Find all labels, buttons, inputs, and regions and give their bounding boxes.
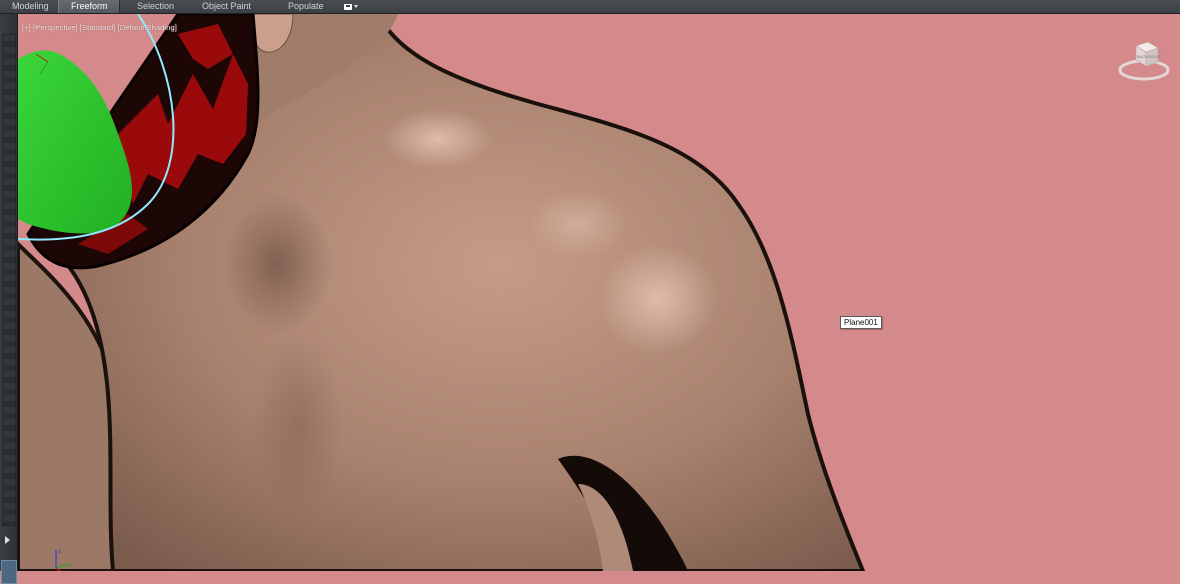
axis-z-label: z [58, 549, 61, 555]
tab-selection[interactable]: Selection [120, 0, 188, 13]
ribbon-tab-bar: Modeling Freeform Selection Object Paint… [0, 0, 1180, 14]
viewport-label-menu: [+] [Perspective] [Standard] [Default Sh… [22, 23, 177, 32]
panel-grip[interactable] [2, 34, 16, 526]
neck-shadow [223, 194, 333, 334]
panel-toggle-button[interactable] [1, 560, 17, 584]
tab-object-paint[interactable]: Object Paint [188, 0, 278, 13]
viewport-scene [18, 14, 1180, 571]
viewport-pov-menu[interactable]: [Perspective] [33, 23, 78, 32]
viewport-general-menu[interactable]: [+] [22, 23, 31, 32]
object-name-tooltip: Plane001 [840, 316, 882, 329]
chevron-down-icon [354, 5, 358, 8]
tab-modeling[interactable]: Modeling [0, 0, 58, 13]
chest-shadow [253, 334, 343, 514]
viewport-shading-menu[interactable]: [Default Shading] [118, 23, 177, 32]
axis-tripod-icon: z y x [55, 549, 72, 571]
highlight-shoulder [598, 244, 718, 354]
viewcube-icon[interactable]: BACK RIGHT [1118, 40, 1170, 84]
perspective-viewport[interactable]: z y x [18, 14, 1180, 571]
highlight-upper [383, 109, 493, 169]
expand-arrow-icon[interactable] [1, 534, 14, 546]
ribbon-menu-icon [344, 3, 352, 10]
viewcube-back-label: BACK [1137, 54, 1148, 59]
viewport-standard-menu[interactable]: [Standard] [80, 23, 116, 32]
tab-freeform[interactable]: Freeform [58, 0, 120, 13]
highlight-mid [528, 189, 628, 259]
left-panel-strip [0, 14, 18, 584]
viewcube-right-label: RIGHT [1148, 54, 1161, 59]
tab-populate[interactable]: Populate [278, 0, 338, 13]
axis-y-label: y [69, 562, 72, 568]
ribbon-options-dropdown[interactable] [344, 0, 364, 13]
